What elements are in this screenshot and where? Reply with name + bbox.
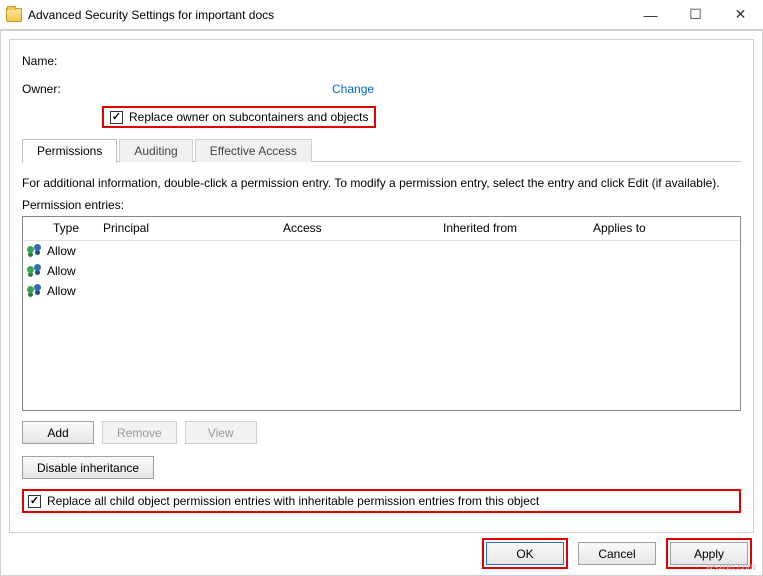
replace-owner-label: Replace owner on subcontainers and objec… bbox=[129, 110, 368, 124]
col-principal[interactable]: Principal bbox=[97, 217, 277, 240]
entries-label: Permission entries: bbox=[22, 198, 741, 212]
disable-inheritance-button[interactable]: Disable inheritance bbox=[22, 456, 154, 479]
name-row: Name: bbox=[22, 50, 741, 72]
watermark: wsxdn.com bbox=[706, 562, 756, 573]
replace-owner-checkbox[interactable] bbox=[110, 111, 123, 124]
info-text: For additional information, double-click… bbox=[22, 176, 741, 190]
dialog-frame: Name: Owner: Change Replace owner on sub… bbox=[0, 30, 763, 576]
replace-child-checkbox[interactable] bbox=[28, 495, 41, 508]
tab-effective-access[interactable]: Effective Access bbox=[195, 139, 312, 162]
owner-row: Owner: Change bbox=[22, 78, 741, 100]
remove-button: Remove bbox=[102, 421, 177, 444]
maximize-button[interactable]: ☐ bbox=[673, 0, 718, 29]
table-row[interactable]: Allow bbox=[23, 241, 740, 261]
table-row[interactable]: Allow bbox=[23, 261, 740, 281]
window-title: Advanced Security Settings for important… bbox=[28, 8, 628, 22]
tab-permissions[interactable]: Permissions bbox=[22, 139, 117, 163]
table-row[interactable]: Allow bbox=[23, 281, 740, 301]
users-icon bbox=[27, 284, 43, 298]
minimize-button[interactable]: — bbox=[628, 0, 673, 29]
grid-header: Type Principal Access Inherited from App… bbox=[23, 217, 740, 241]
replace-child-highlight: Replace all child object permission entr… bbox=[22, 489, 741, 513]
name-label: Name: bbox=[22, 54, 102, 68]
folder-icon bbox=[6, 8, 22, 22]
titlebar: Advanced Security Settings for important… bbox=[0, 0, 763, 30]
replace-child-label: Replace all child object permission entr… bbox=[47, 494, 539, 508]
ok-highlight: OK bbox=[482, 538, 568, 569]
window-controls: — ☐ ✕ bbox=[628, 0, 763, 29]
replace-owner-highlight: Replace owner on subcontainers and objec… bbox=[102, 106, 741, 128]
disable-inheritance-row: Disable inheritance bbox=[22, 456, 741, 479]
change-owner-link[interactable]: Change bbox=[332, 82, 374, 96]
ok-button[interactable]: OK bbox=[486, 542, 564, 565]
dialog-body: Name: Owner: Change Replace owner on sub… bbox=[9, 39, 754, 533]
owner-label: Owner: bbox=[22, 82, 102, 96]
cancel-button[interactable]: Cancel bbox=[578, 542, 656, 565]
add-button[interactable]: Add bbox=[22, 421, 94, 444]
users-icon bbox=[27, 244, 43, 258]
permission-grid[interactable]: Type Principal Access Inherited from App… bbox=[22, 216, 741, 411]
users-icon bbox=[27, 264, 43, 278]
tab-auditing[interactable]: Auditing bbox=[119, 139, 192, 162]
col-type[interactable]: Type bbox=[47, 217, 97, 240]
col-applies[interactable]: Applies to bbox=[587, 217, 740, 240]
col-inherited[interactable]: Inherited from bbox=[437, 217, 587, 240]
col-access[interactable]: Access bbox=[277, 217, 437, 240]
close-button[interactable]: ✕ bbox=[718, 0, 763, 29]
grid-body: Allow Allow Allow bbox=[23, 241, 740, 410]
tabs: Permissions Auditing Effective Access bbox=[22, 138, 741, 162]
grid-buttons: Add Remove View bbox=[22, 421, 741, 444]
view-button: View bbox=[185, 421, 257, 444]
